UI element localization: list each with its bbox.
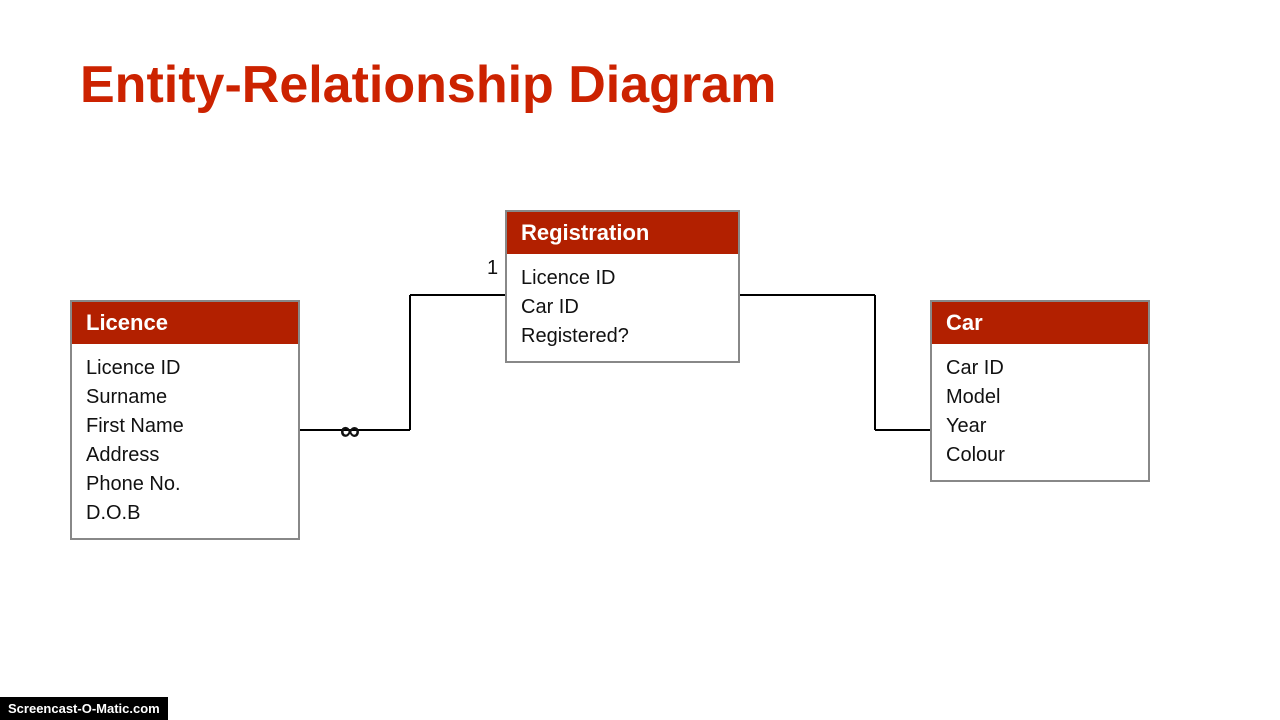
licence-entity: Licence Licence ID Surname First Name Ad… bbox=[70, 300, 300, 540]
licence-header: Licence bbox=[72, 302, 298, 344]
car-entity: Car Car ID Model Year Colour bbox=[930, 300, 1150, 482]
licence-body: Licence ID Surname First Name Address Ph… bbox=[72, 344, 298, 538]
car-body: Car ID Model Year Colour bbox=[932, 344, 1148, 480]
licence-field-1: Surname bbox=[86, 383, 284, 412]
registration-entity: Registration Licence ID Car ID Registere… bbox=[505, 210, 740, 363]
car-field-0: Car ID bbox=[946, 354, 1134, 383]
registration-header: Registration bbox=[507, 212, 738, 254]
registration-body: Licence ID Car ID Registered? bbox=[507, 254, 738, 361]
car-field-2: Year bbox=[946, 412, 1134, 441]
licence-field-0: Licence ID bbox=[86, 354, 284, 383]
licence-field-5: D.O.B bbox=[86, 499, 284, 528]
page-title: Entity-Relationship Diagram bbox=[80, 55, 776, 115]
cardinality-top: 1 bbox=[487, 257, 498, 280]
registration-field-0: Licence ID bbox=[521, 264, 724, 293]
licence-field-3: Address bbox=[86, 441, 284, 470]
watermark: Screencast-O-Matic.com bbox=[0, 697, 168, 720]
licence-field-4: Phone No. bbox=[86, 470, 284, 499]
licence-field-2: First Name bbox=[86, 412, 284, 441]
registration-field-1: Car ID bbox=[521, 293, 724, 322]
car-header: Car bbox=[932, 302, 1148, 344]
car-field-3: Colour bbox=[946, 441, 1134, 470]
cardinality-licence: ∞ bbox=[340, 415, 360, 447]
registration-field-2: Registered? bbox=[521, 322, 724, 351]
car-field-1: Model bbox=[946, 383, 1134, 412]
